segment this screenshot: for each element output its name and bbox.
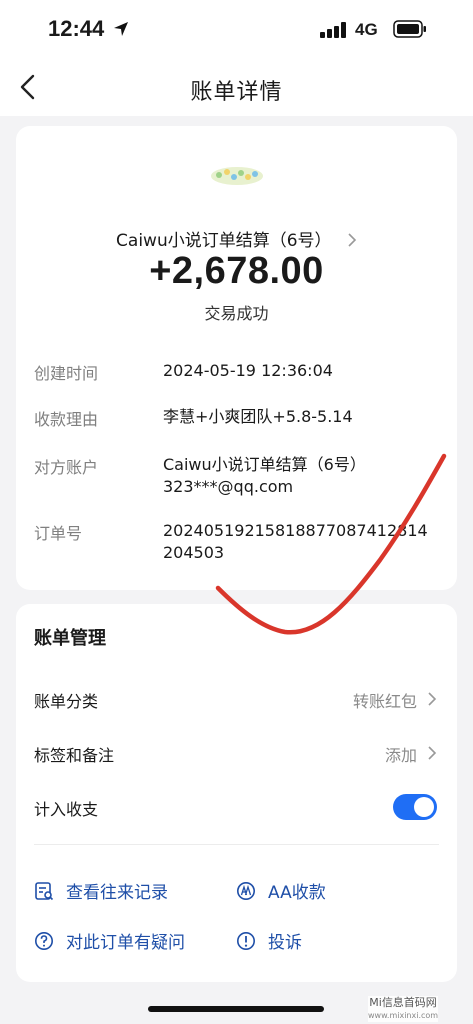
watermark-line1: Mi信息首码网	[369, 996, 437, 1009]
alert-icon	[237, 931, 255, 950]
created-time-value: 2024-05-19 12:36:04	[163, 361, 333, 380]
order-question-label: 对此订单有疑问	[66, 933, 185, 953]
watermark: Mi信息首码网 www.mixinxi.com	[368, 996, 439, 1022]
network-label: 4G	[355, 20, 378, 39]
section-title: 账单管理	[34, 628, 106, 649]
question-icon	[35, 931, 53, 950]
merchant-name-row[interactable]: Caiwu小说订单结算（6号）	[16, 226, 457, 251]
tags-notes-label: 标签和备注	[34, 746, 115, 765]
bill-category-value: 转账红包	[352, 692, 417, 711]
battery-icon	[393, 20, 426, 38]
order-number-label: 订单号	[34, 524, 83, 543]
view-records-label: 查看往来记录	[66, 883, 168, 903]
reason-label: 收款理由	[34, 410, 99, 429]
aa-collect-label: AA收款	[268, 883, 326, 903]
bill-management-card: 账单管理 账单分类 转账红包 标签和备注 添加 计入收支 查看往来记录 AA收款…	[16, 604, 457, 982]
page-title: 账单详情	[190, 80, 283, 105]
include-income-label: 计入收支	[34, 800, 99, 819]
chevron-right-icon	[428, 746, 437, 760]
transaction-status: 交易成功	[204, 304, 269, 323]
signal-icon	[320, 22, 346, 38]
complaint-button[interactable]: 投诉	[236, 928, 302, 953]
aa-collect-button[interactable]: AA收款	[236, 878, 326, 903]
location-arrow-icon	[114, 22, 128, 36]
toggle-knob	[414, 797, 434, 817]
merchant-logo	[211, 167, 263, 185]
view-records-button[interactable]: 查看往来记录	[34, 878, 168, 903]
divider	[34, 844, 439, 845]
counterparty-label: 对方账户	[34, 458, 99, 477]
created-time-label: 创建时间	[34, 364, 99, 383]
counterparty-account: 323***@qq.com	[163, 477, 294, 496]
transaction-card: Caiwu小说订单结算（6号） +2,678.00 交易成功 创建时间 2024…	[16, 126, 457, 590]
order-number-value[interactable]: 20240519215818877087412814	[163, 520, 448, 542]
reason-value: 李慧+小爽团队+5.8-5.14	[163, 407, 353, 426]
counterparty-name: Caiwu小说订单结算（6号）	[163, 455, 366, 474]
transaction-amount: +2,678.00	[149, 250, 324, 292]
records-icon	[35, 881, 54, 900]
home-indicator	[148, 1006, 324, 1012]
order-number-value-cont[interactable]: 204503	[163, 542, 448, 564]
complaint-label: 投诉	[268, 933, 302, 953]
include-income-toggle[interactable]	[393, 794, 437, 820]
status-time: 12:44	[48, 16, 105, 41]
tags-notes-value: 添加	[384, 746, 417, 765]
aa-icon	[237, 881, 255, 900]
merchant-name: Caiwu小说订单结算（6号）	[116, 231, 332, 251]
chevron-right-icon	[348, 233, 357, 247]
status-bar: 12:44 4G	[0, 0, 473, 60]
chevron-right-icon	[428, 692, 437, 706]
order-question-button[interactable]: 对此订单有疑问	[34, 928, 185, 953]
bill-category-label: 账单分类	[34, 692, 99, 711]
nav-bar: 账单详情	[0, 60, 473, 116]
watermark-line2: www.mixinxi.com	[368, 1011, 439, 1020]
